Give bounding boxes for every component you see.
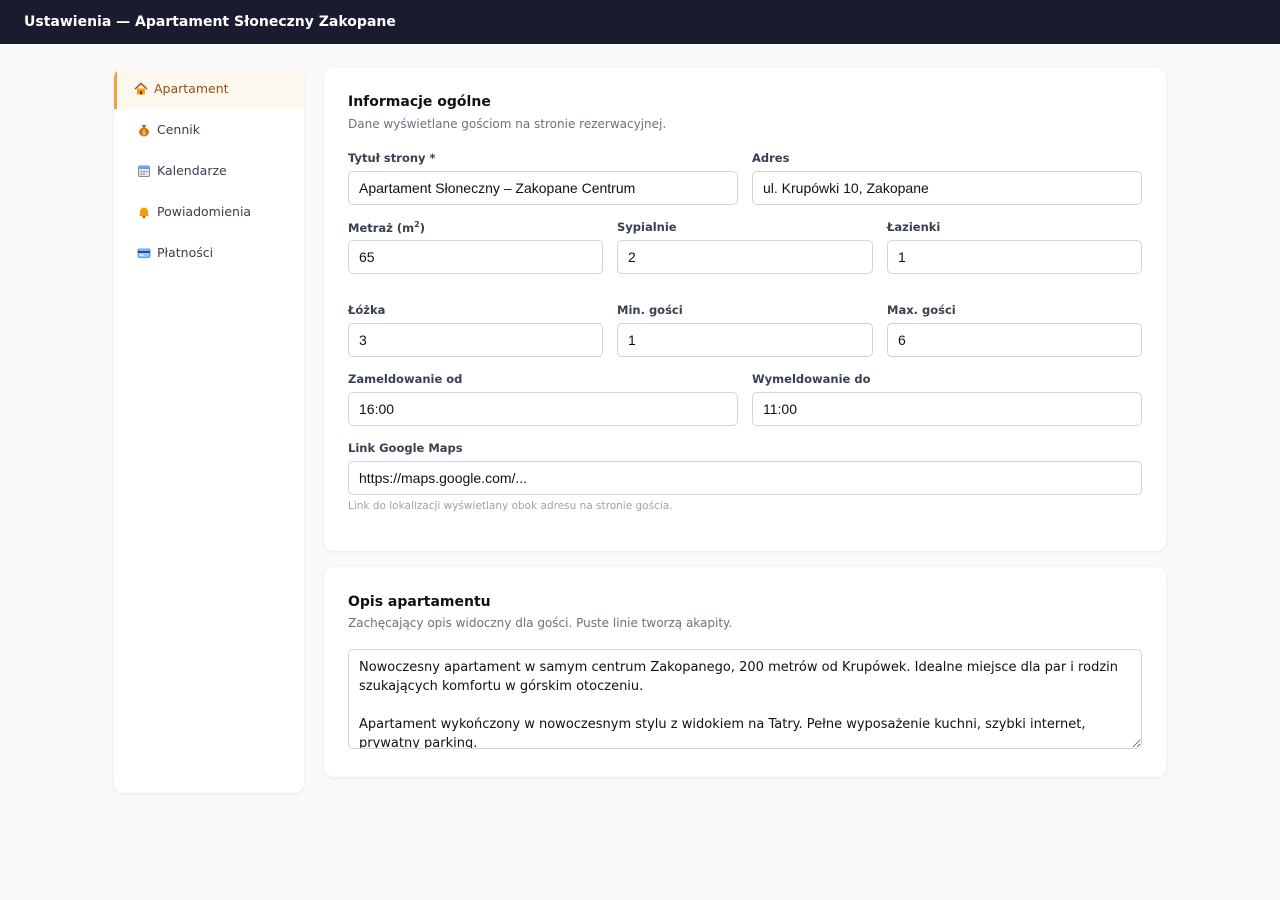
sidebar-item-kalendarze[interactable]: Kalendarze (114, 150, 304, 191)
bathrooms-label: Łazienki (887, 220, 941, 234)
area-input[interactable] (348, 240, 603, 274)
maps-input[interactable] (348, 461, 1142, 495)
section-subtitle: Zachęcający opis widoczny dla gości. Pus… (348, 616, 733, 630)
area-label: Metraż (m2) (348, 220, 425, 235)
calendar-icon (137, 164, 151, 178)
maps-hint: Link do lokalizacji wyświetlany obok adr… (348, 500, 673, 512)
credit-card-icon (137, 246, 151, 260)
sidebar-item-cennik[interactable]: $ Cennik (114, 109, 304, 150)
section-subtitle: Dane wyświetlane gościom na stronie reze… (348, 117, 667, 131)
sidebar-item-label: Apartament (154, 81, 229, 96)
top-bar: Ustawienia — Apartament Słoneczny Zakopa… (0, 0, 1280, 44)
checkin-input[interactable] (348, 392, 738, 426)
sidebar-item-powiadomienia[interactable]: Powiadomienia (114, 191, 304, 232)
max-guests-input[interactable] (887, 323, 1142, 357)
checkin-label: Zameldowanie od (348, 372, 463, 386)
sidebar-item-label: Płatności (157, 245, 214, 260)
page-title-label: Tytuł strony * (348, 151, 436, 165)
maps-label: Link Google Maps (348, 441, 463, 455)
checkout-label: Wymeldowanie do (752, 372, 871, 386)
page-title: Ustawienia — Apartament Słoneczny Zakopa… (24, 14, 396, 30)
bell-icon (137, 205, 151, 219)
sidebar-item-platnosci[interactable]: Płatności (114, 232, 304, 273)
house-icon (134, 81, 148, 96)
settings-sidebar: Apartament $ Cennik Kalendarze Powiadomi… (114, 68, 304, 793)
bathrooms-input[interactable] (887, 240, 1142, 274)
min-guests-label: Min. gości (617, 303, 683, 317)
bedrooms-label: Sypialnie (617, 220, 677, 234)
money-bag-icon: $ (137, 123, 151, 137)
sidebar-item-apartament[interactable]: Apartament (114, 68, 304, 109)
page-title-input[interactable] (348, 171, 738, 205)
sidebar-item-label: Powiadomienia (157, 204, 252, 219)
checkout-input[interactable] (752, 392, 1142, 426)
section-title: Informacje ogólne (348, 94, 491, 110)
beds-input[interactable] (348, 323, 603, 357)
address-label: Adres (752, 151, 790, 165)
address-input[interactable] (752, 171, 1142, 205)
section-title: Opis apartamentu (348, 594, 491, 610)
sidebar-item-label: Kalendarze (157, 163, 227, 178)
min-guests-input[interactable] (617, 323, 873, 357)
description-textarea[interactable]: Nowoczesny apartament w samym centrum Za… (348, 649, 1142, 749)
description-card: Opis apartamentu Zachęcający opis widocz… (324, 567, 1166, 777)
svg-text:$: $ (142, 129, 146, 136)
bedrooms-input[interactable] (617, 240, 873, 274)
sidebar-item-label: Cennik (157, 122, 200, 137)
general-info-card: Informacje ogólne Dane wyświetlane gości… (324, 68, 1166, 551)
max-guests-label: Max. gości (887, 303, 956, 317)
beds-label: Łóżka (348, 303, 386, 317)
